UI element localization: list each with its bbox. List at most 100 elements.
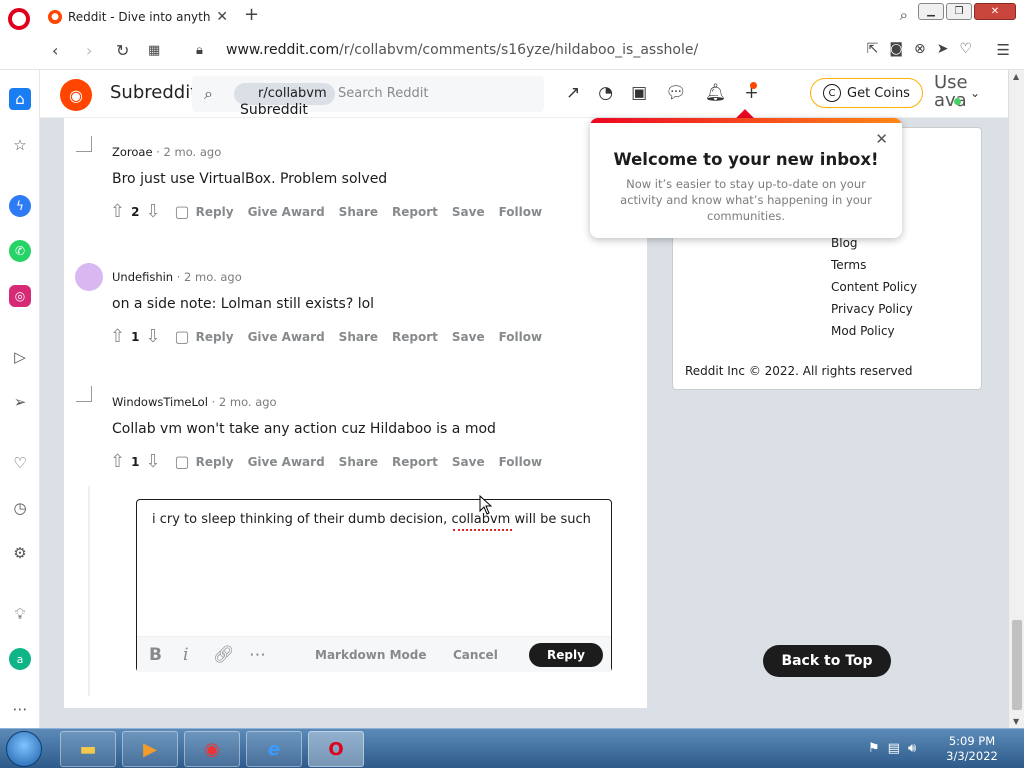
comment-author[interactable]: WindowsTimeLol: [112, 395, 208, 409]
minimize-button[interactable]: ▁: [918, 3, 944, 20]
scroll-down-arrow-icon[interactable]: ▼: [1013, 717, 1019, 726]
tabs-grid-icon[interactable]: ▦: [148, 43, 160, 58]
share-page-icon[interactable]: ⇱: [867, 41, 879, 57]
bookmarks-icon[interactable]: ☆: [9, 134, 31, 156]
action-center-flag-icon[interactable]: ⚑: [868, 741, 880, 756]
upvote-icon[interactable]: ⇧: [110, 201, 125, 222]
instagram-icon[interactable]: ◎: [9, 285, 31, 307]
footer-link-privacy-policy[interactable]: Privacy Policy: [831, 298, 917, 320]
search-bar[interactable]: ⌕ r/collabvm Subreddit Icon Search Reddi…: [192, 76, 544, 134]
aria-icon[interactable]: a: [9, 648, 31, 670]
url-field[interactable]: www.reddit.com/r/collabvm/comments/s16yz…: [226, 42, 698, 58]
reply-button[interactable]: ▢ Reply: [175, 327, 234, 346]
my-flow-heart-icon[interactable]: ♡: [9, 452, 31, 474]
history-icon[interactable]: ◷: [9, 497, 31, 519]
get-coins-button[interactable]: C Get Coins: [810, 78, 923, 108]
volume-icon[interactable]: 🔊︎: [908, 741, 916, 756]
forward-icon[interactable]: ›: [86, 41, 92, 60]
reload-icon[interactable]: ↻: [116, 41, 129, 60]
scroll-up-arrow-icon[interactable]: ▲: [1013, 72, 1019, 81]
sidebar-more-icon[interactable]: ⋯: [9, 698, 31, 720]
link-icon[interactable]: 🔗︎: [213, 645, 235, 665]
give-award-button[interactable]: Give Award: [248, 330, 325, 344]
popup-close-icon[interactable]: ✕: [875, 130, 888, 148]
save-button[interactable]: Save: [452, 330, 485, 344]
follow-button[interactable]: Follow: [499, 455, 543, 469]
user-menu[interactable]: Use ava: [934, 74, 968, 110]
home-icon[interactable]: ⌂: [9, 88, 31, 110]
back-to-top-button[interactable]: Back to Top: [763, 645, 891, 677]
scroll-thumb[interactable]: [1012, 620, 1022, 710]
report-button[interactable]: Report: [392, 205, 438, 219]
share-button[interactable]: Share: [339, 455, 378, 469]
easy-setup-icon[interactable]: ☰: [997, 41, 1010, 59]
thread-line[interactable]: [88, 486, 90, 696]
share-button[interactable]: Share: [339, 330, 378, 344]
opera-taskbar-icon[interactable]: O: [308, 731, 364, 767]
follow-button[interactable]: Follow: [499, 330, 543, 344]
footer-link-mod-policy[interactable]: Mod Policy: [831, 320, 917, 342]
chevron-down-icon[interactable]: ⌄: [970, 86, 980, 100]
upvote-icon[interactable]: ⇧: [110, 326, 125, 347]
tips-bulb-icon[interactable]: 💡︎: [9, 603, 31, 625]
send-icon[interactable]: ➤: [937, 41, 949, 57]
give-award-button[interactable]: Give Award: [248, 455, 325, 469]
reply-button[interactable]: ▢ Reply: [175, 202, 234, 221]
media-player-taskbar-icon[interactable]: ▶: [122, 731, 178, 767]
comment-author[interactable]: Zoroae: [112, 145, 153, 159]
stats-icon[interactable]: ◔: [598, 83, 613, 103]
back-icon[interactable]: ‹: [52, 41, 58, 60]
footer-link-content-policy[interactable]: Content Policy: [831, 276, 917, 298]
popular-icon[interactable]: ↗: [566, 83, 580, 103]
whatsapp-icon[interactable]: ✆: [9, 240, 31, 262]
flow-icon[interactable]: ➢: [9, 391, 31, 413]
notification-bell-icon[interactable]: 🔔︎: [705, 83, 727, 103]
window-close-button[interactable]: ✕: [974, 3, 1016, 20]
browser-tab[interactable]: ● Reddit - Dive into anything ✕: [42, 4, 234, 30]
downvote-icon[interactable]: ⇩: [145, 451, 160, 472]
network-icon[interactable]: ▤: [888, 741, 900, 756]
save-button[interactable]: Save: [452, 455, 485, 469]
follow-button[interactable]: Follow: [499, 205, 543, 219]
camera-icon[interactable]: ◙: [889, 41, 903, 57]
avatar[interactable]: [76, 386, 92, 402]
system-clock[interactable]: 5:09 PM 3/3/2022: [944, 734, 1000, 764]
video-icon[interactable]: ▣: [631, 83, 647, 103]
maximize-button[interactable]: ❐: [946, 3, 972, 20]
chat-icon[interactable]: 💬︎: [665, 83, 687, 103]
downvote-icon[interactable]: ⇩: [145, 326, 160, 347]
opera-logo[interactable]: [8, 8, 30, 30]
italic-icon[interactable]: i: [183, 645, 188, 665]
downvote-icon[interactable]: ⇩: [145, 201, 160, 222]
new-tab-button[interactable]: +: [244, 4, 259, 25]
give-award-button[interactable]: Give Award: [248, 205, 325, 219]
search-input[interactable]: Search Reddit: [338, 86, 428, 101]
cancel-button[interactable]: Cancel: [453, 648, 498, 662]
reply-button[interactable]: ▢ Reply: [175, 452, 234, 471]
report-button[interactable]: Report: [392, 330, 438, 344]
markdown-mode-button[interactable]: Markdown Mode: [315, 648, 427, 662]
comment-author[interactable]: Undefishin: [112, 270, 173, 284]
player-icon[interactable]: ▷: [9, 346, 31, 368]
save-button[interactable]: Save: [452, 205, 485, 219]
report-button[interactable]: Report: [392, 455, 438, 469]
upvote-icon[interactable]: ⇧: [110, 451, 125, 472]
start-button[interactable]: [6, 731, 42, 767]
more-options-icon[interactable]: ⋯: [249, 645, 266, 665]
submit-reply-button[interactable]: Reply: [529, 643, 603, 667]
heart-icon[interactable]: ♡: [959, 41, 972, 57]
tab-close-icon[interactable]: ✕: [216, 9, 228, 25]
page-scrollbar[interactable]: ▲ ▼: [1008, 70, 1024, 728]
reply-textarea[interactable]: [138, 501, 610, 635]
messenger-icon[interactable]: ϟ: [9, 195, 31, 217]
avatar[interactable]: [75, 263, 103, 291]
reddit-logo-icon[interactable]: ◉: [60, 79, 92, 111]
tab-search-icon[interactable]: ⌕: [900, 6, 908, 24]
adblock-icon[interactable]: ⊗: [914, 41, 926, 57]
settings-gear-icon[interactable]: ⚙: [9, 542, 31, 564]
avatar[interactable]: [76, 136, 92, 152]
footer-link-terms[interactable]: Terms: [831, 254, 917, 276]
ie-taskbar-icon[interactable]: e: [246, 731, 302, 767]
share-button[interactable]: Share: [339, 205, 378, 219]
chrome-taskbar-icon[interactable]: ◉: [184, 731, 240, 767]
